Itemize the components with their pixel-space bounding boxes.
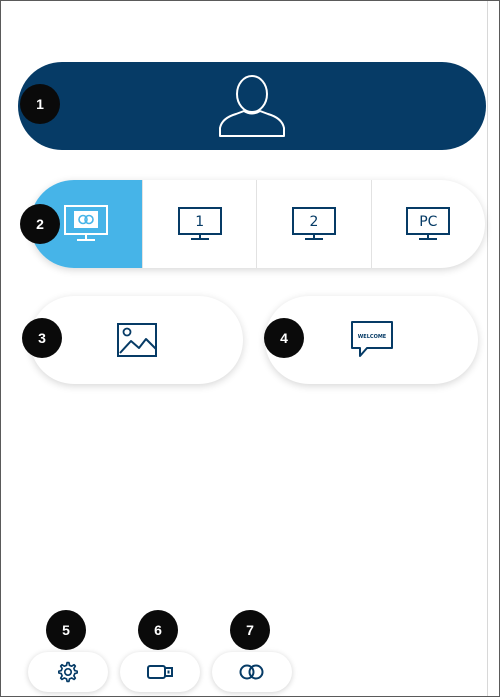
- badge-1: 1: [20, 84, 60, 124]
- source-screen-1[interactable]: 1: [143, 180, 258, 268]
- badge-6: 6: [138, 610, 178, 650]
- source-pc[interactable]: PC: [372, 180, 485, 268]
- source-2-label: 2: [309, 214, 319, 230]
- badge-2: 2: [20, 204, 60, 244]
- source-screen-2[interactable]: 2: [257, 180, 372, 268]
- image-icon: [116, 323, 157, 357]
- usb-stick-icon: [147, 665, 173, 679]
- airtame-logo-icon: [239, 664, 264, 680]
- welcome-label: WELCOME: [357, 334, 386, 340]
- badge-7: 7: [230, 610, 270, 650]
- monitor-2-icon: 2: [291, 207, 336, 241]
- user-icon: [219, 75, 285, 137]
- badge-3: 3: [22, 318, 62, 358]
- airtame-button[interactable]: [212, 652, 292, 692]
- image-button[interactable]: [30, 296, 243, 384]
- gear-icon: [58, 661, 78, 683]
- settings-button[interactable]: [28, 652, 108, 692]
- source-pc-label: PC: [419, 214, 438, 230]
- source-selector: 1 2 PC: [30, 180, 485, 268]
- usb-button[interactable]: [120, 652, 200, 692]
- scrollbar-track: [487, 1, 488, 696]
- welcome-speech-icon: WELCOME: [350, 321, 393, 357]
- monitor-pc-icon: PC: [406, 207, 451, 241]
- profile-button[interactable]: [18, 62, 486, 150]
- source-1-label: 1: [195, 214, 205, 230]
- badge-5: 5: [46, 610, 86, 650]
- monitor-1-icon: 1: [177, 207, 222, 241]
- badge-4: 4: [264, 318, 304, 358]
- airtame-monitor-icon: [64, 205, 108, 241]
